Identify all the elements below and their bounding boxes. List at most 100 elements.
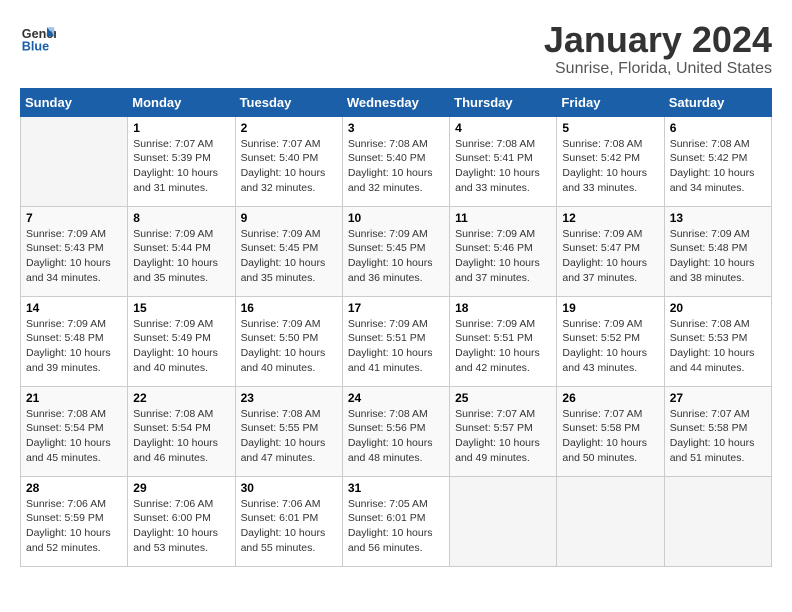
day-number: 11 [455, 211, 551, 225]
day-number: 18 [455, 301, 551, 315]
calendar-cell: 6 Sunrise: 7:08 AM Sunset: 5:42 PM Daylig… [664, 116, 771, 206]
day-info: Sunrise: 7:06 AM Sunset: 6:01 PM Dayligh… [241, 497, 337, 556]
logo: General Blue [20, 20, 56, 56]
calendar-cell: 5 Sunrise: 7:08 AM Sunset: 5:42 PM Daylig… [557, 116, 664, 206]
calendar-cell: 12 Sunrise: 7:09 AM Sunset: 5:47 PM Dayli… [557, 206, 664, 296]
day-number: 4 [455, 121, 551, 135]
week-row-5: 28 Sunrise: 7:06 AM Sunset: 5:59 PM Dayli… [21, 476, 772, 566]
day-number: 28 [26, 481, 122, 495]
day-info: Sunrise: 7:09 AM Sunset: 5:43 PM Dayligh… [26, 227, 122, 286]
weekday-header-saturday: Saturday [664, 88, 771, 116]
calendar-cell: 13 Sunrise: 7:09 AM Sunset: 5:48 PM Dayli… [664, 206, 771, 296]
day-number: 23 [241, 391, 337, 405]
calendar-table: SundayMondayTuesdayWednesdayThursdayFrid… [20, 88, 772, 567]
calendar-cell: 4 Sunrise: 7:08 AM Sunset: 5:41 PM Daylig… [450, 116, 557, 206]
day-info: Sunrise: 7:05 AM Sunset: 6:01 PM Dayligh… [348, 497, 444, 556]
calendar-cell: 16 Sunrise: 7:09 AM Sunset: 5:50 PM Dayli… [235, 296, 342, 386]
logo-icon: General Blue [20, 20, 56, 56]
weekday-header-wednesday: Wednesday [342, 88, 449, 116]
weekday-header-monday: Monday [128, 88, 235, 116]
day-number: 13 [670, 211, 766, 225]
day-number: 30 [241, 481, 337, 495]
calendar-cell: 2 Sunrise: 7:07 AM Sunset: 5:40 PM Daylig… [235, 116, 342, 206]
calendar-subtitle: Sunrise, Florida, United States [544, 60, 772, 78]
day-number: 24 [348, 391, 444, 405]
calendar-cell: 1Sunrise: 7:07 AM Sunset: 5:39 PM Daylig… [128, 116, 235, 206]
calendar-cell: 18 Sunrise: 7:09 AM Sunset: 5:51 PM Dayli… [450, 296, 557, 386]
calendar-cell [664, 476, 771, 566]
calendar-cell: 3 Sunrise: 7:08 AM Sunset: 5:40 PM Daylig… [342, 116, 449, 206]
calendar-cell [557, 476, 664, 566]
calendar-cell: 26 Sunrise: 7:07 AM Sunset: 5:58 PM Dayli… [557, 386, 664, 476]
weekday-header-friday: Friday [557, 88, 664, 116]
calendar-cell: 27 Sunrise: 7:07 AM Sunset: 5:58 PM Dayli… [664, 386, 771, 476]
day-number: 20 [670, 301, 766, 315]
day-info: Sunrise: 7:07 AM Sunset: 5:40 PM Dayligh… [241, 137, 337, 196]
calendar-cell: 7 Sunrise: 7:09 AM Sunset: 5:43 PM Daylig… [21, 206, 128, 296]
calendar-cell: 17 Sunrise: 7:09 AM Sunset: 5:51 PM Dayli… [342, 296, 449, 386]
day-info: Sunrise: 7:09 AM Sunset: 5:47 PM Dayligh… [562, 227, 658, 286]
day-number: 29 [133, 481, 229, 495]
day-number: 10 [348, 211, 444, 225]
calendar-cell: 30 Sunrise: 7:06 AM Sunset: 6:01 PM Dayli… [235, 476, 342, 566]
day-info: Sunrise: 7:09 AM Sunset: 5:44 PM Dayligh… [133, 227, 229, 286]
day-info: Sunrise: 7:08 AM Sunset: 5:42 PM Dayligh… [670, 137, 766, 196]
day-number: 16 [241, 301, 337, 315]
page-header: General Blue January 2024 Sunrise, Flori… [20, 20, 772, 78]
calendar-cell: 21Sunrise: 7:08 AM Sunset: 5:54 PM Dayli… [21, 386, 128, 476]
calendar-cell [21, 116, 128, 206]
day-number: 25 [455, 391, 551, 405]
day-info: Sunrise: 7:07 AM Sunset: 5:58 PM Dayligh… [562, 407, 658, 466]
day-number: 3 [348, 121, 444, 135]
week-row-2: 7 Sunrise: 7:09 AM Sunset: 5:43 PM Daylig… [21, 206, 772, 296]
calendar-cell: 28 Sunrise: 7:06 AM Sunset: 5:59 PM Dayli… [21, 476, 128, 566]
day-number: 26 [562, 391, 658, 405]
week-row-1: 1Sunrise: 7:07 AM Sunset: 5:39 PM Daylig… [21, 116, 772, 206]
day-number: 5 [562, 121, 658, 135]
day-number: 31 [348, 481, 444, 495]
day-number: 14 [26, 301, 122, 315]
day-number: 8 [133, 211, 229, 225]
calendar-cell: 24Sunrise: 7:08 AM Sunset: 5:56 PM Dayli… [342, 386, 449, 476]
day-info: Sunrise: 7:07 AM Sunset: 5:58 PM Dayligh… [670, 407, 766, 466]
weekday-header-thursday: Thursday [450, 88, 557, 116]
day-info: Sunrise: 7:09 AM Sunset: 5:50 PM Dayligh… [241, 317, 337, 376]
calendar-cell [450, 476, 557, 566]
calendar-cell: 15Sunrise: 7:09 AM Sunset: 5:49 PM Dayli… [128, 296, 235, 386]
calendar-cell: 11 Sunrise: 7:09 AM Sunset: 5:46 PM Dayli… [450, 206, 557, 296]
day-info: Sunrise: 7:08 AM Sunset: 5:53 PM Dayligh… [670, 317, 766, 376]
day-number: 7 [26, 211, 122, 225]
day-info: Sunrise: 7:08 AM Sunset: 5:55 PM Dayligh… [241, 407, 337, 466]
day-info: Sunrise: 7:08 AM Sunset: 5:54 PM Dayligh… [133, 407, 229, 466]
day-info: Sunrise: 7:09 AM Sunset: 5:51 PM Dayligh… [455, 317, 551, 376]
day-info: Sunrise: 7:09 AM Sunset: 5:45 PM Dayligh… [241, 227, 337, 286]
day-info: Sunrise: 7:08 AM Sunset: 5:42 PM Dayligh… [562, 137, 658, 196]
weekday-header-sunday: Sunday [21, 88, 128, 116]
calendar-cell: 29 Sunrise: 7:06 AM Sunset: 6:00 PM Dayli… [128, 476, 235, 566]
day-number: 15 [133, 301, 229, 315]
day-number: 19 [562, 301, 658, 315]
day-info: Sunrise: 7:07 AM Sunset: 5:39 PM Dayligh… [133, 137, 229, 196]
calendar-cell: 22Sunrise: 7:08 AM Sunset: 5:54 PM Dayli… [128, 386, 235, 476]
day-number: 6 [670, 121, 766, 135]
calendar-cell: 31 Sunrise: 7:05 AM Sunset: 6:01 PM Dayli… [342, 476, 449, 566]
day-info: Sunrise: 7:09 AM Sunset: 5:48 PM Dayligh… [670, 227, 766, 286]
day-info: Sunrise: 7:09 AM Sunset: 5:46 PM Dayligh… [455, 227, 551, 286]
title-area: January 2024 Sunrise, Florida, United St… [544, 20, 772, 78]
day-number: 12 [562, 211, 658, 225]
day-number: 17 [348, 301, 444, 315]
day-info: Sunrise: 7:06 AM Sunset: 5:59 PM Dayligh… [26, 497, 122, 556]
day-info: Sunrise: 7:06 AM Sunset: 6:00 PM Dayligh… [133, 497, 229, 556]
day-info: Sunrise: 7:09 AM Sunset: 5:51 PM Dayligh… [348, 317, 444, 376]
day-number: 27 [670, 391, 766, 405]
day-info: Sunrise: 7:09 AM Sunset: 5:45 PM Dayligh… [348, 227, 444, 286]
day-info: Sunrise: 7:07 AM Sunset: 5:57 PM Dayligh… [455, 407, 551, 466]
calendar-cell: 25 Sunrise: 7:07 AM Sunset: 5:57 PM Dayli… [450, 386, 557, 476]
day-info: Sunrise: 7:08 AM Sunset: 5:40 PM Dayligh… [348, 137, 444, 196]
calendar-cell: 14Sunrise: 7:09 AM Sunset: 5:48 PM Dayli… [21, 296, 128, 386]
weekday-header-row: SundayMondayTuesdayWednesdayThursdayFrid… [21, 88, 772, 116]
day-number: 2 [241, 121, 337, 135]
day-info: Sunrise: 7:08 AM Sunset: 5:41 PM Dayligh… [455, 137, 551, 196]
calendar-cell: 19Sunrise: 7:09 AM Sunset: 5:52 PM Dayli… [557, 296, 664, 386]
day-number: 9 [241, 211, 337, 225]
